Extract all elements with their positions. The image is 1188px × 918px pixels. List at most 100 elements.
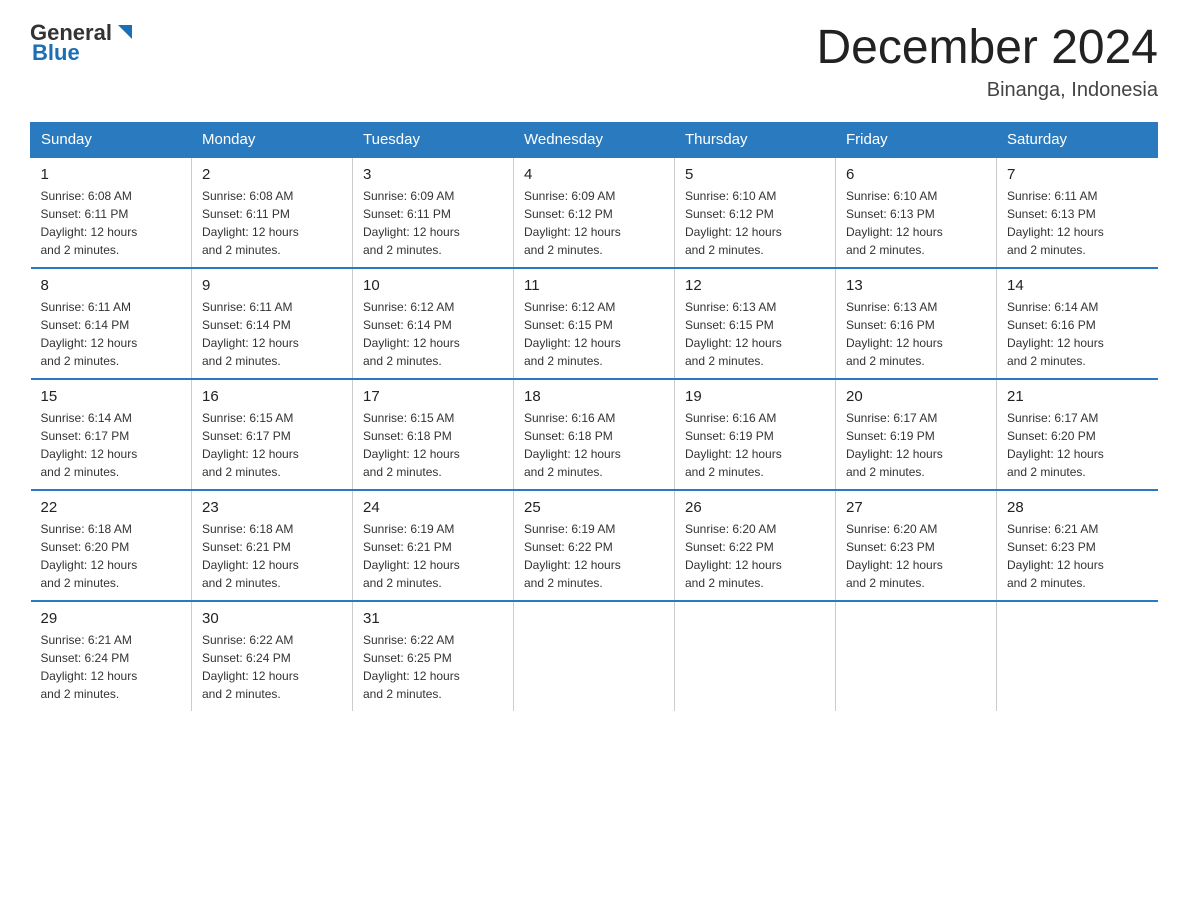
day-number: 12: [685, 277, 825, 294]
calendar-header-row: SundayMondayTuesdayWednesdayThursdayFrid…: [31, 123, 1158, 158]
day-number: 11: [524, 277, 664, 294]
day-number: 2: [202, 166, 342, 183]
col-header-monday: Monday: [192, 123, 353, 158]
calendar-cell: [997, 601, 1158, 711]
day-info: Sunrise: 6:09 AMSunset: 6:12 PMDaylight:…: [524, 187, 664, 259]
day-info: Sunrise: 6:08 AMSunset: 6:11 PMDaylight:…: [202, 187, 342, 259]
day-number: 7: [1007, 166, 1148, 183]
day-info: Sunrise: 6:14 AMSunset: 6:16 PMDaylight:…: [1007, 298, 1148, 370]
day-info: Sunrise: 6:08 AMSunset: 6:11 PMDaylight:…: [41, 187, 182, 259]
calendar-cell: 15 Sunrise: 6:14 AMSunset: 6:17 PMDayligh…: [31, 379, 192, 490]
day-number: 15: [41, 388, 182, 405]
day-info: Sunrise: 6:21 AMSunset: 6:24 PMDaylight:…: [41, 631, 182, 703]
day-info: Sunrise: 6:10 AMSunset: 6:13 PMDaylight:…: [846, 187, 986, 259]
calendar-cell: 28 Sunrise: 6:21 AMSunset: 6:23 PMDayligh…: [997, 490, 1158, 601]
day-info: Sunrise: 6:17 AMSunset: 6:20 PMDaylight:…: [1007, 409, 1148, 481]
day-number: 19: [685, 388, 825, 405]
day-info: Sunrise: 6:13 AMSunset: 6:15 PMDaylight:…: [685, 298, 825, 370]
col-header-friday: Friday: [836, 123, 997, 158]
calendar-cell: 30 Sunrise: 6:22 AMSunset: 6:24 PMDayligh…: [192, 601, 353, 711]
calendar-cell: [514, 601, 675, 711]
day-info: Sunrise: 6:19 AMSunset: 6:21 PMDaylight:…: [363, 520, 503, 592]
day-number: 23: [202, 499, 342, 516]
logo: General Blue: [30, 20, 136, 66]
day-number: 29: [41, 610, 182, 627]
calendar-week-row: 15 Sunrise: 6:14 AMSunset: 6:17 PMDayligh…: [31, 379, 1158, 490]
calendar-cell: 21 Sunrise: 6:17 AMSunset: 6:20 PMDayligh…: [997, 379, 1158, 490]
calendar-cell: [836, 601, 997, 711]
calendar-cell: 17Sunrise: 6:15 AMSunset: 6:18 PMDayligh…: [353, 379, 514, 490]
day-number: 16: [202, 388, 342, 405]
day-info: Sunrise: 6:20 AMSunset: 6:23 PMDaylight:…: [846, 520, 986, 592]
day-info: Sunrise: 6:11 AMSunset: 6:14 PMDaylight:…: [41, 298, 182, 370]
calendar-cell: 3 Sunrise: 6:09 AMSunset: 6:11 PMDaylight…: [353, 157, 514, 268]
calendar-cell: 8Sunrise: 6:11 AMSunset: 6:14 PMDaylight…: [31, 268, 192, 379]
day-number: 22: [41, 499, 182, 516]
day-info: Sunrise: 6:22 AMSunset: 6:25 PMDaylight:…: [363, 631, 503, 703]
day-info: Sunrise: 6:11 AMSunset: 6:14 PMDaylight:…: [202, 298, 342, 370]
calendar-cell: 1Sunrise: 6:08 AMSunset: 6:11 PMDaylight…: [31, 157, 192, 268]
day-number: 17: [363, 388, 503, 405]
col-header-tuesday: Tuesday: [353, 123, 514, 158]
day-number: 28: [1007, 499, 1148, 516]
day-info: Sunrise: 6:11 AMSunset: 6:13 PMDaylight:…: [1007, 187, 1148, 259]
day-number: 10: [363, 277, 503, 294]
day-number: 25: [524, 499, 664, 516]
day-info: Sunrise: 6:18 AMSunset: 6:21 PMDaylight:…: [202, 520, 342, 592]
calendar-subtitle: Binanga, Indonesia: [816, 79, 1158, 102]
day-number: 4: [524, 166, 664, 183]
calendar-cell: 24Sunrise: 6:19 AMSunset: 6:21 PMDayligh…: [353, 490, 514, 601]
day-info: Sunrise: 6:18 AMSunset: 6:20 PMDaylight:…: [41, 520, 182, 592]
calendar-cell: 16Sunrise: 6:15 AMSunset: 6:17 PMDayligh…: [192, 379, 353, 490]
calendar-cell: 14 Sunrise: 6:14 AMSunset: 6:16 PMDayligh…: [997, 268, 1158, 379]
day-info: Sunrise: 6:14 AMSunset: 6:17 PMDaylight:…: [41, 409, 182, 481]
col-header-saturday: Saturday: [997, 123, 1158, 158]
calendar-week-row: 1Sunrise: 6:08 AMSunset: 6:11 PMDaylight…: [31, 157, 1158, 268]
calendar-cell: 20 Sunrise: 6:17 AMSunset: 6:19 PMDayligh…: [836, 379, 997, 490]
day-number: 18: [524, 388, 664, 405]
calendar-cell: 5 Sunrise: 6:10 AMSunset: 6:12 PMDaylight…: [675, 157, 836, 268]
calendar-cell: [675, 601, 836, 711]
day-info: Sunrise: 6:19 AMSunset: 6:22 PMDaylight:…: [524, 520, 664, 592]
calendar-table: SundayMondayTuesdayWednesdayThursdayFrid…: [30, 122, 1158, 711]
calendar-week-row: 29 Sunrise: 6:21 AMSunset: 6:24 PMDayligh…: [31, 601, 1158, 711]
day-number: 20: [846, 388, 986, 405]
day-number: 13: [846, 277, 986, 294]
calendar-cell: 18Sunrise: 6:16 AMSunset: 6:18 PMDayligh…: [514, 379, 675, 490]
calendar-cell: 29 Sunrise: 6:21 AMSunset: 6:24 PMDayligh…: [31, 601, 192, 711]
calendar-cell: 7 Sunrise: 6:11 AMSunset: 6:13 PMDaylight…: [997, 157, 1158, 268]
calendar-cell: 31 Sunrise: 6:22 AMSunset: 6:25 PMDayligh…: [353, 601, 514, 711]
calendar-cell: 6 Sunrise: 6:10 AMSunset: 6:13 PMDaylight…: [836, 157, 997, 268]
day-number: 31: [363, 610, 503, 627]
calendar-cell: 10 Sunrise: 6:12 AMSunset: 6:14 PMDayligh…: [353, 268, 514, 379]
day-info: Sunrise: 6:12 AMSunset: 6:14 PMDaylight:…: [363, 298, 503, 370]
day-number: 14: [1007, 277, 1148, 294]
day-number: 30: [202, 610, 342, 627]
day-number: 3: [363, 166, 503, 183]
title-block: December 2024 Binanga, Indonesia: [816, 20, 1158, 102]
day-info: Sunrise: 6:21 AMSunset: 6:23 PMDaylight:…: [1007, 520, 1148, 592]
day-number: 26: [685, 499, 825, 516]
page-header: General Blue December 2024 Binanga, Indo…: [30, 20, 1158, 102]
calendar-cell: 12 Sunrise: 6:13 AMSunset: 6:15 PMDayligh…: [675, 268, 836, 379]
day-number: 21: [1007, 388, 1148, 405]
calendar-cell: 27Sunrise: 6:20 AMSunset: 6:23 PMDayligh…: [836, 490, 997, 601]
col-header-thursday: Thursday: [675, 123, 836, 158]
calendar-cell: 23 Sunrise: 6:18 AMSunset: 6:21 PMDayligh…: [192, 490, 353, 601]
col-header-wednesday: Wednesday: [514, 123, 675, 158]
calendar-week-row: 8Sunrise: 6:11 AMSunset: 6:14 PMDaylight…: [31, 268, 1158, 379]
day-info: Sunrise: 6:10 AMSunset: 6:12 PMDaylight:…: [685, 187, 825, 259]
day-info: Sunrise: 6:09 AMSunset: 6:11 PMDaylight:…: [363, 187, 503, 259]
day-number: 5: [685, 166, 825, 183]
calendar-title: December 2024: [816, 20, 1158, 75]
day-info: Sunrise: 6:17 AMSunset: 6:19 PMDaylight:…: [846, 409, 986, 481]
day-info: Sunrise: 6:16 AMSunset: 6:19 PMDaylight:…: [685, 409, 825, 481]
day-info: Sunrise: 6:13 AMSunset: 6:16 PMDaylight:…: [846, 298, 986, 370]
day-number: 6: [846, 166, 986, 183]
logo-blue-text: Blue: [32, 40, 136, 66]
day-info: Sunrise: 6:22 AMSunset: 6:24 PMDaylight:…: [202, 631, 342, 703]
calendar-cell: 19 Sunrise: 6:16 AMSunset: 6:19 PMDayligh…: [675, 379, 836, 490]
day-info: Sunrise: 6:20 AMSunset: 6:22 PMDaylight:…: [685, 520, 825, 592]
calendar-cell: 26 Sunrise: 6:20 AMSunset: 6:22 PMDayligh…: [675, 490, 836, 601]
calendar-cell: 9Sunrise: 6:11 AMSunset: 6:14 PMDaylight…: [192, 268, 353, 379]
